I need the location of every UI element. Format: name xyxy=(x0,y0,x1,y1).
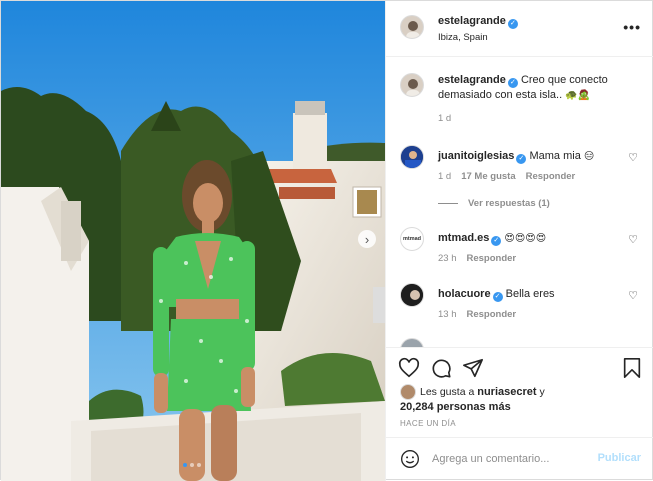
carousel-indicator xyxy=(183,463,201,467)
comment-emoji: 😍😍😍😍 xyxy=(504,233,547,244)
comment-username[interactable]: mtmad.es xyxy=(438,232,489,244)
comments-section: estelagrande ✓ Creo que conecto demasiado… xyxy=(386,57,653,347)
comment-avatar[interactable] xyxy=(400,145,424,169)
carousel-dot xyxy=(197,463,201,467)
carousel-dot xyxy=(183,463,187,467)
post-photo[interactable]: › xyxy=(1,1,385,481)
post-actions: Les gusta a nuriasecret y 20,284 persona… xyxy=(386,347,653,437)
comment-meta: 13 h Responder xyxy=(438,309,516,320)
liker-username[interactable]: nuriasecret xyxy=(477,386,536,398)
comment-meta: 1 d 17 Me gusta Responder xyxy=(438,171,575,182)
more-icon[interactable]: ••• xyxy=(623,19,641,35)
comment-avatar[interactable] xyxy=(400,283,424,307)
post-timestamp: HACE UN DÍA xyxy=(400,419,456,428)
mtmad-logo: mtmad xyxy=(402,236,422,242)
author-info: estelagrande ✓ xyxy=(438,15,518,29)
smile-icon[interactable] xyxy=(400,449,420,469)
comment-body: holacuore ✓ Bella eres xyxy=(438,287,638,302)
comment-avatar-image xyxy=(401,146,423,168)
comment-avatar[interactable]: mtmad xyxy=(400,227,424,251)
comment-icon[interactable] xyxy=(430,357,452,379)
view-replies-button[interactable]: Ver respuestas (1) xyxy=(438,198,550,209)
post-side-panel: estelagrande ✓ Ibiza, Spain ••• estelagra… xyxy=(385,1,653,481)
comment-emoji: 😑 xyxy=(583,151,595,162)
caption-meta: 1 d xyxy=(438,113,451,124)
verified-icon: ✓ xyxy=(492,292,503,302)
caption-body: estelagrande ✓ Creo que conecto demasiado… xyxy=(438,73,638,103)
likes-suffix: y xyxy=(539,385,545,398)
comment-avatar-image xyxy=(401,284,423,306)
comment-text: Bella eres xyxy=(505,288,555,300)
verified-icon: ✓ xyxy=(516,154,527,164)
post-dialog: › estelagrande ✓ Ibiza, Spain ••• estela… xyxy=(0,0,653,481)
photo-illustration xyxy=(1,1,385,481)
post-location[interactable]: Ibiza, Spain xyxy=(438,32,488,43)
comment-like-heart-icon[interactable]: ♡ xyxy=(628,233,638,246)
share-icon[interactable] xyxy=(462,357,484,379)
liker-avatar[interactable] xyxy=(400,384,416,400)
reply-button[interactable]: Responder xyxy=(526,171,576,182)
caption-emojis: 🐢🧟 xyxy=(565,90,591,101)
next-arrow-icon: › xyxy=(364,231,370,247)
comment-avatar[interactable] xyxy=(400,338,424,347)
caption-age: 1 d xyxy=(438,113,452,124)
caption-username[interactable]: estelagrande xyxy=(438,74,506,86)
comment-body: juanitoiglesias ✓ Mama mia 😑 xyxy=(438,149,638,164)
comment-text: Mama mia xyxy=(529,150,581,162)
verified-icon: ✓ xyxy=(507,78,518,88)
comment-like-heart-icon[interactable]: ♡ xyxy=(628,289,638,302)
comment-age: 23 h xyxy=(438,253,457,264)
likes-count[interactable]: 20,284 personas más xyxy=(400,401,511,413)
likes-summary: Les gusta a nuriasecret y 20,284 persona… xyxy=(400,384,640,414)
likes-prefix: Les gusta a xyxy=(420,385,475,398)
comment-age: 1 d xyxy=(438,171,452,182)
next-photo-button[interactable]: › xyxy=(358,230,376,248)
heart-icon[interactable] xyxy=(398,357,420,379)
caption-avatar-image xyxy=(406,79,420,96)
caption-avatar[interactable] xyxy=(400,73,424,97)
comment-username[interactable]: holacuore xyxy=(438,288,491,300)
verified-icon: ✓ xyxy=(507,19,518,29)
carousel-dot xyxy=(190,463,194,467)
comment-username[interactable]: juanitoiglesias xyxy=(438,150,514,162)
author-avatar-image xyxy=(406,21,420,38)
comment-likes[interactable]: 17 Me gusta xyxy=(461,171,515,182)
post-header: estelagrande ✓ Ibiza, Spain ••• xyxy=(386,1,653,57)
comment-age: 13 h xyxy=(438,309,457,320)
comment-meta: 23 h Responder xyxy=(438,253,516,264)
comment-input[interactable] xyxy=(432,450,592,468)
reply-button[interactable]: Responder xyxy=(467,309,517,320)
author-avatar[interactable] xyxy=(400,15,424,39)
comment-like-heart-icon[interactable]: ♡ xyxy=(628,151,638,164)
comment-body: mtmad.es ✓ 😍😍😍😍 xyxy=(438,231,638,246)
publish-button[interactable]: Publicar xyxy=(598,452,641,464)
add-comment-bar: Publicar xyxy=(386,437,653,481)
verified-icon: ✓ xyxy=(491,236,502,246)
author-username[interactable]: estelagrande xyxy=(438,15,506,27)
reply-button[interactable]: Responder xyxy=(467,253,517,264)
bookmark-icon[interactable] xyxy=(621,357,643,379)
